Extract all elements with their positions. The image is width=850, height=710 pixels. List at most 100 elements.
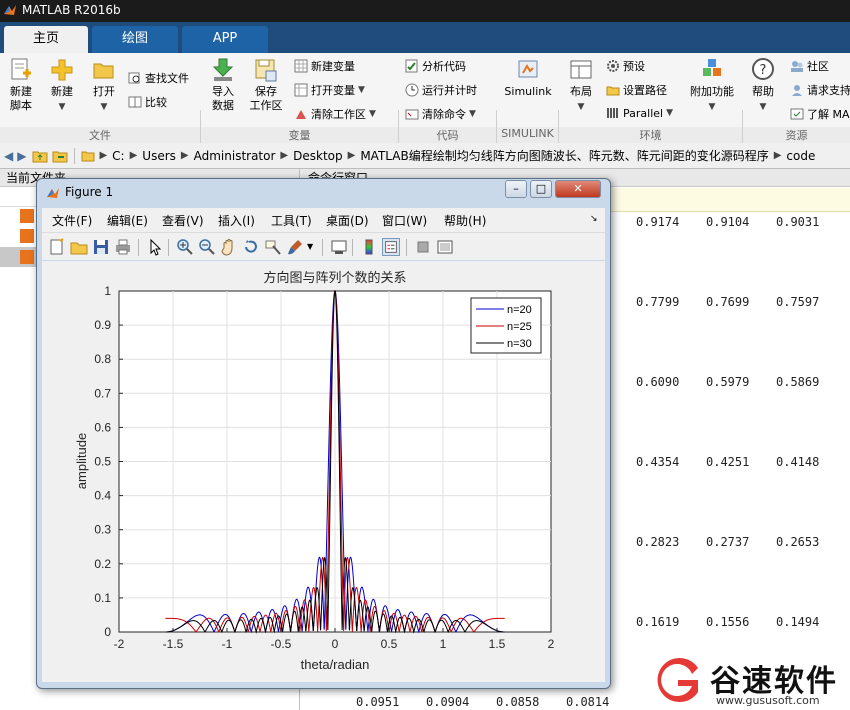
compare-button[interactable]: 比较 (128, 94, 167, 110)
menu-dock-arrow-icon[interactable]: ↘ (590, 214, 598, 224)
breadcrumb-users[interactable]: Users (142, 149, 176, 163)
analyze-code-button[interactable]: 分析代码 (405, 58, 466, 74)
show-plot-tools-icon[interactable] (436, 238, 454, 256)
menu-view[interactable]: 查看(V) (162, 212, 204, 229)
tab-plots[interactable]: 绘图 (92, 26, 178, 53)
rotate-3d-icon[interactable] (242, 238, 260, 256)
svg-text:?: ? (760, 63, 767, 78)
clear-workspace-button[interactable]: 清除工作区 ▼ (294, 106, 376, 122)
mfile-icon[interactable] (20, 250, 34, 264)
import-data-icon (212, 58, 234, 81)
menu-tools[interactable]: 工具(T) (271, 212, 312, 229)
output-value: 0.9104 (706, 215, 750, 229)
menu-insert[interactable]: 插入(I) (218, 212, 255, 229)
breadcrumb-administrator[interactable]: Administrator (194, 149, 276, 163)
forward-arrow-icon[interactable]: ▶ (17, 149, 26, 163)
colorbar-icon[interactable] (360, 238, 378, 256)
help-button[interactable]: ? 帮助 ▼ (748, 57, 778, 114)
run-and-time-button[interactable]: 运行并计时 (405, 82, 477, 98)
new-figure-icon[interactable] (48, 238, 66, 256)
chevron-down-icon: ▼ (759, 102, 767, 112)
chevron-down-icon: ▼ (58, 102, 66, 112)
figure-titlebar[interactable]: Figure 1 – □ ✕ (37, 179, 610, 205)
set-path-button[interactable]: 设置路径 (606, 82, 667, 98)
simulink-button[interactable]: Simulink (502, 57, 554, 99)
addons-label: 附加功能 (690, 85, 734, 98)
save-icon[interactable] (92, 238, 110, 256)
x-tick-label: -1.5 (163, 637, 184, 651)
figure-canvas[interactable]: -2 -1.5 -1 -0.5 0 0.5 1 1.5 2 0 0.1 0.2 0.3 0.4 0.5 0.6… (42, 261, 605, 682)
up-folder-icon[interactable] (32, 149, 48, 163)
figure-window[interactable]: Figure 1 – □ ✕ 文件(F) 编辑(E) 查看(V) 插入(I) 工… (36, 178, 611, 689)
hide-plot-tools-icon[interactable] (414, 238, 432, 256)
parallel-icon (607, 108, 618, 118)
open-button[interactable]: 打开 ▼ (86, 57, 122, 114)
data-cursor-icon[interactable] (264, 238, 282, 256)
chevron-down-icon: ▼ (708, 102, 716, 112)
new-variable-button[interactable]: 新建变量 (294, 58, 355, 74)
output-value: 0.5979 (706, 375, 750, 389)
y-tick-label: 0.9 (94, 318, 111, 332)
open-variable-icon (294, 83, 308, 97)
output-value: 0.7799 (636, 295, 680, 309)
app-titlebar: MATLAB R2016b (0, 0, 850, 22)
mfile-icon[interactable] (20, 229, 34, 243)
menu-file[interactable]: 文件(F) (52, 212, 92, 229)
print-icon[interactable] (114, 238, 132, 256)
close-button[interactable]: ✕ (555, 180, 601, 198)
new-script-button[interactable]: 新建 脚本 (4, 57, 38, 113)
back-arrow-icon[interactable]: ◀ (4, 149, 13, 163)
find-files-button[interactable]: 查找文件 (128, 70, 189, 86)
output-value: 0.5869 (776, 375, 820, 389)
help-icon: ? (752, 58, 774, 80)
addons-button[interactable]: 附加功能 ▼ (686, 57, 738, 114)
output-value: 0.0951 (356, 695, 400, 709)
zoom-out-icon[interactable] (198, 238, 216, 256)
minimize-button[interactable]: – (505, 180, 527, 198)
chevron-down-icon: ▼ (358, 85, 365, 95)
legend[interactable]: n=20 n=25 n=30 (470, 297, 542, 354)
preferences-button[interactable]: 预设 (606, 58, 645, 74)
request-support-button[interactable]: 请求支持 (790, 82, 850, 98)
clear-commands-button[interactable]: 清除命令 ▼ (405, 106, 476, 122)
menu-window[interactable]: 窗口(W) (382, 212, 427, 229)
breadcrumb-code[interactable]: code (786, 149, 815, 163)
y-tick-label: 0.7 (94, 386, 111, 400)
folder-icon (606, 86, 620, 96)
breadcrumb-project-folder[interactable]: MATLAB编程绘制均匀线阵方向图随波长、阵元数、阵元间距的变化源码程序 (360, 147, 768, 164)
open-variable-button[interactable]: 打开变量 ▼ (294, 82, 365, 98)
parallel-label: Parallel (623, 106, 664, 120)
breadcrumb-separator: ▶ (347, 150, 356, 161)
pan-hand-icon[interactable] (220, 238, 238, 256)
pointer-icon[interactable] (146, 238, 164, 256)
new-button[interactable]: 新建 ▼ (44, 57, 80, 114)
open-file-icon[interactable] (70, 238, 88, 256)
maximize-button[interactable]: □ (530, 180, 552, 198)
new-label: 新建 (51, 85, 73, 98)
learn-matlab-button[interactable]: 了解 MA (790, 106, 850, 122)
legend-icon[interactable] (382, 238, 400, 256)
layout-icon (570, 60, 592, 79)
browse-folder-icon[interactable] (52, 149, 68, 163)
tab-apps[interactable]: APP (182, 26, 268, 53)
y-tick-label: 0.8 (94, 352, 111, 366)
breadcrumb-drive[interactable]: C: (112, 149, 124, 163)
mfile-icon[interactable] (20, 209, 34, 223)
save-workspace-button[interactable]: 保存 工作区 (246, 57, 286, 113)
brush-icon[interactable] (286, 238, 304, 256)
community-button[interactable]: 社区 (790, 58, 829, 74)
tab-home[interactable]: 主页 (4, 26, 88, 53)
import-data-button[interactable]: 导入 数据 (206, 57, 240, 113)
clear-commands-icon (405, 109, 419, 120)
link-plot-icon[interactable] (330, 238, 348, 256)
parallel-button[interactable]: Parallel ▼ (606, 106, 673, 120)
output-value: 0.2823 (636, 535, 680, 549)
menu-desktop[interactable]: 桌面(D) (326, 212, 369, 229)
watermark-url: www.gususoft.com (716, 694, 820, 707)
zoom-in-icon[interactable] (176, 238, 194, 256)
brush-dropdown-icon[interactable]: ▼ (307, 242, 313, 251)
menu-help[interactable]: 帮助(H) (444, 212, 486, 229)
menu-edit[interactable]: 编辑(E) (107, 212, 148, 229)
breadcrumb-desktop[interactable]: Desktop (293, 149, 343, 163)
layout-button[interactable]: 布局 ▼ (566, 57, 596, 114)
